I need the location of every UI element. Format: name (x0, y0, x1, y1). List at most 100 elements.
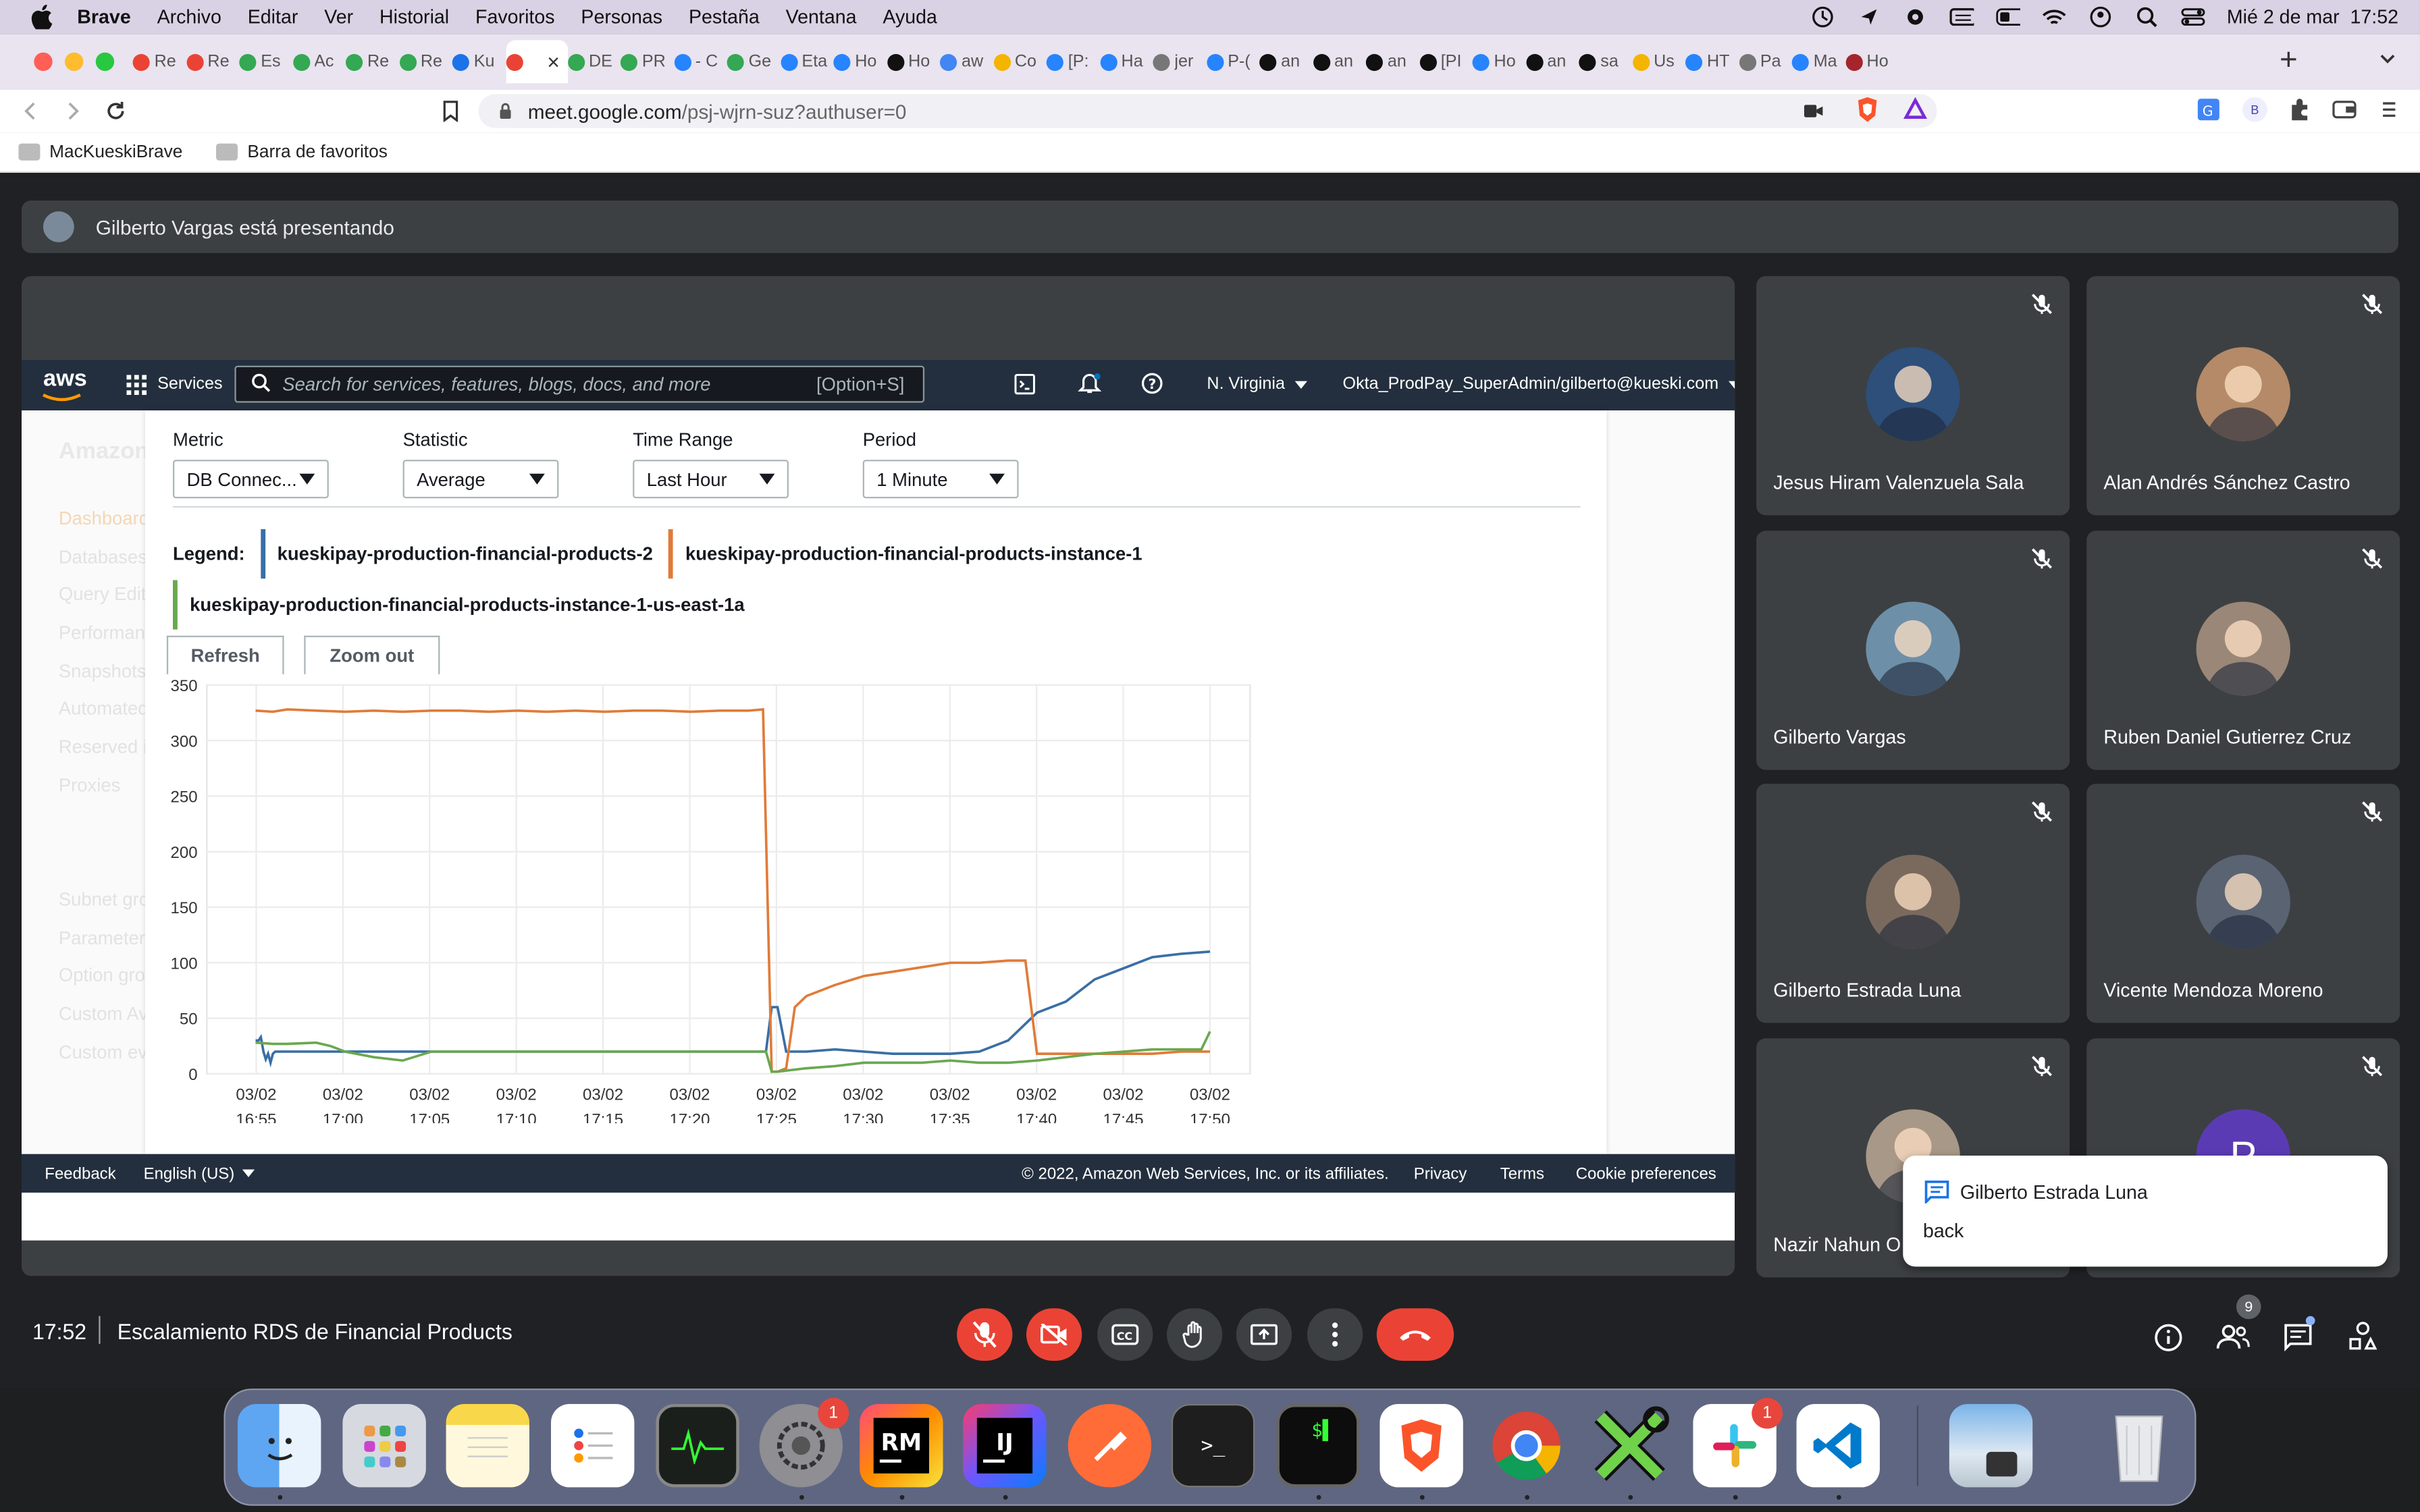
sidenav-item[interactable]: Custom ev (59, 1033, 149, 1071)
captions-button[interactable]: CC (1097, 1308, 1153, 1361)
browser-tab[interactable]: Re (398, 40, 452, 83)
user-account-icon[interactable] (2088, 6, 2113, 28)
dock-terminal-icon[interactable]: >_ (1171, 1403, 1255, 1488)
dock-slack-icon[interactable]: 1 (1693, 1397, 1783, 1488)
browser-tab[interactable]: Eta (780, 40, 833, 83)
activities-icon[interactable] (2348, 1321, 2379, 1357)
browser-tab[interactable]: P-( (1206, 40, 1259, 83)
menu-personas[interactable]: Personas (581, 6, 662, 28)
dock-rubymine-icon[interactable]: RM (860, 1403, 943, 1488)
menu-archivo[interactable]: Archivo (157, 6, 221, 28)
browser-tab[interactable]: Ho (1472, 40, 1526, 83)
keyboard-icon[interactable] (1949, 6, 1974, 28)
menu-favoritos[interactable]: Favoritos (475, 6, 554, 28)
brave-shields-icon[interactable] (1855, 96, 1880, 132)
bookmark-barra-de-favoritos[interactable]: Barra de favoritos (247, 142, 387, 161)
legend-series-3[interactable]: kueskipay-production-financial-products-… (190, 594, 744, 616)
legend-series-1[interactable]: kueskipay-production-financial-products-… (278, 543, 653, 565)
feedback-link[interactable]: Feedback (45, 1164, 115, 1183)
browser-tab[interactable]: HT (1685, 40, 1739, 83)
browser-tab[interactable]: an (1365, 40, 1419, 83)
dock-chrome-icon[interactable] (1485, 1404, 1568, 1487)
extensions-puzzle-icon[interactable] (2287, 97, 2312, 130)
sidenav-item[interactable]: Automated (59, 691, 149, 728)
browser-tab[interactable]: an (1259, 40, 1313, 83)
browser-tab[interactable]: [PI (1419, 40, 1473, 83)
menu-ventana[interactable]: Ventana (786, 6, 857, 28)
people-icon[interactable] (2216, 1322, 2250, 1358)
camera-in-use-icon[interactable] (1803, 102, 1824, 125)
privacy-link[interactable]: Privacy (1414, 1164, 1467, 1183)
browser-tab[interactable]: Es (239, 40, 292, 83)
meeting-info-icon[interactable] (2153, 1322, 2184, 1358)
browser-tab[interactable]: Ma (1791, 40, 1845, 83)
browser-tab[interactable]: Ha (1099, 40, 1153, 83)
lock-icon[interactable] (498, 99, 512, 122)
region-selector[interactable]: N. Virginia (1207, 375, 1307, 394)
browser-tab[interactable]: aw (939, 40, 993, 83)
tab-search-chevron-icon[interactable] (2378, 48, 2396, 76)
browser-tab[interactable]: PR (620, 40, 674, 83)
browser-tab[interactable]: jer (1153, 40, 1206, 83)
participant-tile[interactable]: Alan Andrés Sánchez Castro (2086, 276, 2400, 516)
participant-tile[interactable]: Vicente Mendoza Moreno (2086, 784, 2400, 1023)
control-center-icon[interactable] (2180, 6, 2205, 28)
participant-tile[interactable]: Gilberto Estrada Luna (1756, 784, 2070, 1023)
gear-status-icon[interactable] (1903, 6, 1928, 28)
sidenav-item[interactable]: Performan (59, 614, 149, 652)
dock-vscode-icon[interactable] (1796, 1403, 1880, 1488)
dock-xcross-icon[interactable] (1588, 1404, 1671, 1487)
extension-b-icon[interactable]: B (2242, 97, 2267, 122)
leave-call-button[interactable] (1376, 1308, 1454, 1361)
cookie-preferences-link[interactable]: Cookie preferences (1576, 1164, 1716, 1183)
menu-ver[interactable]: Ver (324, 6, 353, 28)
dock-intellij-icon[interactable]: IJ (963, 1403, 1047, 1488)
legend-series-2[interactable]: kueskipay-production-financial-products-… (685, 543, 1142, 565)
dock-postman-icon[interactable] (1068, 1403, 1152, 1488)
sidenav-item[interactable]: Parameter (59, 919, 149, 956)
browser-tab[interactable]: sa (1579, 40, 1632, 83)
reload-icon[interactable] (105, 101, 126, 130)
location-icon[interactable] (1856, 6, 1881, 28)
time-range-select[interactable]: Last Hour (633, 460, 789, 499)
microphone-off-button[interactable] (957, 1308, 1013, 1361)
chat-icon[interactable] (2283, 1322, 2314, 1358)
spotlight-search-icon[interactable] (2134, 6, 2159, 28)
browser-tab[interactable]: × (505, 40, 567, 84)
participant-tile[interactable]: Gilberto Vargas (1756, 531, 2070, 770)
metric-select[interactable]: DB Connec... (172, 460, 329, 499)
sidenav-item[interactable]: Snapshots (59, 652, 149, 690)
dock-iterm-icon[interactable]: $▌ (1276, 1403, 1360, 1488)
participant-tile[interactable]: Jesus Hiram Valenzuela Sala (1756, 276, 2070, 516)
menubar-clock[interactable]: Mié 2 de mar 17:52 (2227, 6, 2398, 28)
dock-activity-monitor-icon[interactable] (656, 1403, 739, 1488)
brave-rewards-icon[interactable] (1903, 97, 1928, 130)
browser-tab[interactable]: Co (993, 40, 1047, 83)
menu-pestana[interactable]: Pestaña (689, 6, 760, 28)
bookmark-mackueskibrave[interactable]: MacKueskiBrave (49, 142, 182, 161)
browser-tab[interactable]: Ho (1845, 40, 1899, 83)
terms-link[interactable]: Terms (1500, 1164, 1544, 1183)
raise-hand-button[interactable] (1166, 1308, 1223, 1361)
statistic-select[interactable]: Average (402, 460, 559, 499)
browser-tab[interactable]: Re (186, 40, 239, 83)
dock-launchpad-icon[interactable] (342, 1403, 426, 1488)
wifi-icon[interactable] (2042, 6, 2067, 28)
browser-tab[interactable]: Ku (452, 40, 506, 83)
browser-tab[interactable]: - C (673, 40, 727, 83)
present-screen-button[interactable] (1236, 1308, 1292, 1361)
browser-tab[interactable]: Ho (833, 40, 887, 83)
period-select[interactable]: 1 Minute (862, 460, 1019, 499)
aws-logo[interactable]: aws (42, 366, 87, 402)
window-close-button[interactable] (34, 52, 53, 72)
account-menu[interactable]: Okta_ProdPay_SuperAdmin/gilberto@kueski.… (1343, 375, 1735, 394)
address-bar[interactable]: meet.google.com/psj-wjrn-suz?authuser=0 (478, 94, 1937, 128)
sidenav-item[interactable]: Proxies (59, 767, 149, 805)
browser-tab[interactable]: Ge (727, 40, 781, 83)
sidenav-item[interactable]: Dashboard (59, 500, 149, 538)
dock-notes-icon[interactable] (446, 1403, 529, 1488)
wallet-icon[interactable] (2332, 99, 2357, 128)
battery-icon[interactable] (1995, 6, 2020, 28)
sidenav-item[interactable]: Databases (59, 538, 149, 576)
dock-system-preferences-icon[interactable]: 1 (759, 1397, 849, 1488)
